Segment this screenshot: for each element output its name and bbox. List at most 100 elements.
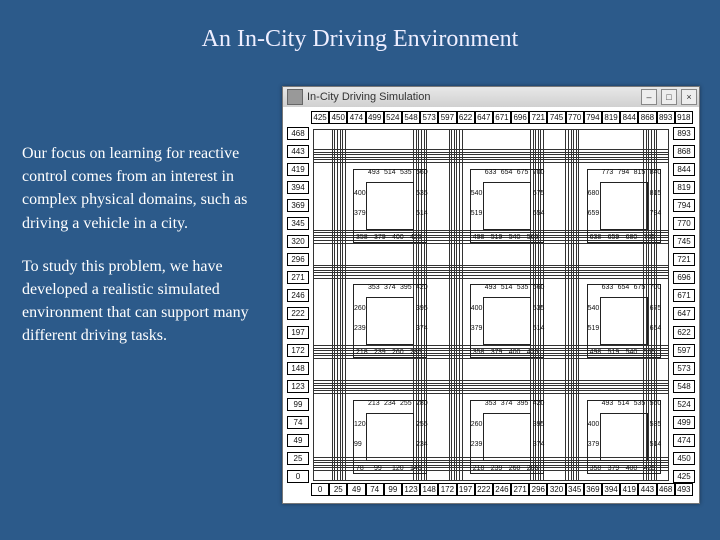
ruler-left: 4684434193943693453202962712462221971721… <box>287 127 309 483</box>
ruler-tick: 123 <box>287 380 309 393</box>
block-label: 260 <box>509 465 521 472</box>
ruler-tick: 222 <box>475 483 493 496</box>
block-label: 260 <box>471 421 483 428</box>
block-label: 400 <box>588 421 600 428</box>
block-label: 379 <box>588 441 600 448</box>
ruler-tick: 499 <box>366 111 384 124</box>
ruler-tick: 696 <box>511 111 529 124</box>
block-label: 400 <box>354 190 366 197</box>
block-label: 638 <box>590 234 602 241</box>
ruler-tick: 622 <box>457 111 475 124</box>
road-horizontal <box>314 263 668 277</box>
ruler-tick: 721 <box>529 111 547 124</box>
ruler-tick: 271 <box>511 483 529 496</box>
city-grid[interactable]: 4935145355604005353795143583794004256336… <box>313 129 669 481</box>
ruler-tick: 369 <box>584 483 602 496</box>
city-block: 213234255280120255992347899120145 <box>353 400 427 474</box>
block-label: 659 <box>588 210 600 217</box>
ruler-tick: 123 <box>402 483 420 496</box>
ruler-tick: 99 <box>287 398 309 411</box>
ruler-tick: 524 <box>673 398 695 411</box>
block-label: 654 <box>618 284 630 291</box>
ruler-tick: 246 <box>287 289 309 302</box>
city-block: 493514535560400535379514358379400425 <box>353 169 427 243</box>
block-label: 493 <box>485 284 497 291</box>
block-label: 675 <box>650 305 662 312</box>
ruler-tick: 499 <box>673 416 695 429</box>
block-label: 560 <box>650 400 662 407</box>
ruler-tick: 425 <box>311 111 329 124</box>
block-label: 535 <box>416 190 428 197</box>
block-label: 379 <box>471 325 483 332</box>
close-icon[interactable]: × <box>681 89 697 105</box>
minimize-icon[interactable]: – <box>641 89 657 105</box>
ruler-tick: 844 <box>620 111 638 124</box>
ruler-tick: 493 <box>675 483 693 496</box>
maximize-icon[interactable]: □ <box>661 89 677 105</box>
block-label: 654 <box>501 169 513 176</box>
block-label: 514 <box>650 441 662 448</box>
block-label: 633 <box>602 284 614 291</box>
ruler-tick: 893 <box>657 111 675 124</box>
block-label: 540 <box>588 305 600 312</box>
ruler-tick: 548 <box>402 111 420 124</box>
block-label: 280 <box>416 400 428 407</box>
description: Our focus on learning for reactive contr… <box>22 142 272 368</box>
city-block: 493514535560400535379514358379400425 <box>470 284 544 358</box>
block-label: 353 <box>368 284 380 291</box>
block-label: 840 <box>650 169 662 176</box>
ruler-tick: 0 <box>287 470 309 483</box>
block-label: 519 <box>471 210 483 217</box>
ruler-tick: 474 <box>673 434 695 447</box>
block-label: 654 <box>650 325 662 332</box>
ruler-tick: 868 <box>638 111 656 124</box>
road-horizontal <box>314 379 668 393</box>
block-label: 374 <box>501 400 513 407</box>
road-vertical <box>565 130 579 480</box>
block-label: 358 <box>356 234 368 241</box>
block-label: 120 <box>392 465 404 472</box>
block-label: 675 <box>634 284 646 291</box>
block-label: 374 <box>416 325 428 332</box>
app-icon <box>287 89 303 105</box>
ruler-tick: 369 <box>287 199 309 212</box>
ruler-tick: 745 <box>547 111 565 124</box>
ruler-tick: 320 <box>547 483 565 496</box>
simulation-window: In-City Driving Simulation – □ × 4254504… <box>282 86 700 504</box>
road-horizontal <box>314 148 668 162</box>
block-label: 395 <box>533 421 545 428</box>
block-label: 700 <box>650 284 662 291</box>
ruler-tick: 597 <box>673 344 695 357</box>
block-label: 794 <box>650 210 662 217</box>
ruler-tick: 222 <box>287 307 309 320</box>
block-label: 654 <box>533 210 545 217</box>
city-block: 633654675700540675519654498519540565 <box>470 169 544 243</box>
ruler-tick: 148 <box>287 362 309 375</box>
ruler-tick: 468 <box>657 483 675 496</box>
ruler-tick: 197 <box>457 483 475 496</box>
window-titlebar[interactable]: In-City Driving Simulation – □ × <box>283 87 699 108</box>
ruler-tick: 419 <box>287 163 309 176</box>
block-label: 815 <box>650 190 662 197</box>
block-label: 560 <box>533 284 545 291</box>
ruler-tick: 25 <box>287 452 309 465</box>
ruler-tick: 770 <box>673 217 695 230</box>
ruler-bottom: 0254974991231481721972222462712963203453… <box>311 483 693 499</box>
block-label: 535 <box>533 305 545 312</box>
block-label: 239 <box>491 465 503 472</box>
block-label: 675 <box>517 169 529 176</box>
ruler-tick: 819 <box>673 181 695 194</box>
ruler-tick: 74 <box>366 483 384 496</box>
block-label: 565 <box>644 349 656 356</box>
block-label: 239 <box>374 349 386 356</box>
block-label: 255 <box>416 421 428 428</box>
window-title: In-City Driving Simulation <box>307 91 430 103</box>
ruler-tick: 345 <box>287 217 309 230</box>
block-label: 400 <box>626 465 638 472</box>
block-label: 633 <box>485 169 497 176</box>
block-label: 815 <box>634 169 646 176</box>
ruler-tick: 425 <box>673 470 695 483</box>
block-label: 213 <box>368 400 380 407</box>
ruler-tick: 246 <box>493 483 511 496</box>
block-label: 560 <box>416 169 428 176</box>
